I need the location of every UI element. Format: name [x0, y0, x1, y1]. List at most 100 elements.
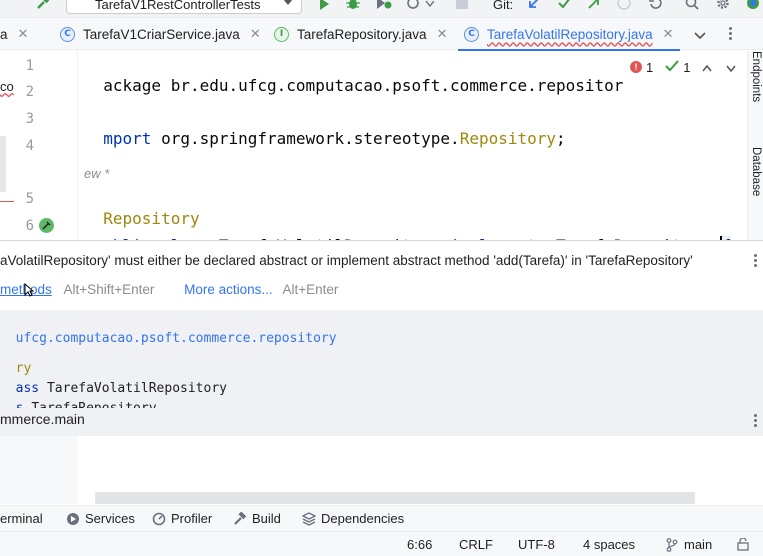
code-line-3: mport org.springframework.stereotype.Rep… — [84, 110, 566, 148]
dependencies-label: Dependencies — [321, 511, 405, 526]
branch-name: main — [684, 537, 713, 552]
terminal-tool-button[interactable]: erminal — [0, 511, 43, 526]
quick-fix-actions: methods Alt+Shift+Enter More actions... … — [0, 282, 338, 297]
horizontal-scrollbar[interactable] — [95, 492, 695, 504]
doc-package: ufcg.computacao.psoft.commerce.repositor… — [0, 316, 337, 346]
interface-icon: I — [274, 26, 289, 42]
main-toolbar: TarefaV1RestControllerTests Git: — [0, 0, 763, 18]
implement-methods-shortcut: Alt+Shift+Enter — [63, 282, 155, 297]
line-number: 3 — [25, 111, 34, 127]
warning-check-icon — [665, 59, 679, 75]
profile-run-icon[interactable] — [406, 0, 435, 13]
inspection-widget[interactable]: ! 1 1 — [630, 58, 737, 76]
line-number: 5 — [25, 191, 34, 207]
git-label: Git: — [493, 0, 514, 12]
run-configuration-label: TarefaV1RestControllerTests — [95, 0, 261, 12]
import-keyword: mport — [103, 129, 152, 148]
more-actions-shortcut: Alt+Enter — [282, 282, 339, 297]
editor-tab-bar: a ✕ C TarefaV1CriarService.java ✕ I Tare… — [0, 18, 763, 51]
module-more-options-icon[interactable] — [754, 414, 758, 429]
build-label: Build — [252, 511, 281, 526]
semicolon: ; — [556, 129, 566, 148]
tab-tarefa-v1-criar-service[interactable]: C TarefaV1CriarService.java ✕ — [60, 18, 261, 50]
git-branch[interactable]: main — [666, 537, 712, 552]
module-bar: mmerce.main — [0, 408, 763, 436]
left-cut-text: co — [0, 79, 14, 94]
tab-label: a — [0, 26, 8, 42]
services-icon — [67, 512, 79, 525]
database-tool-button[interactable]: Database — [750, 147, 762, 196]
build-tool-button[interactable]: Build — [233, 511, 281, 526]
git-commit-icon[interactable] — [558, 0, 571, 12]
run-icon[interactable] — [318, 0, 330, 13]
doc-package-link[interactable]: ufcg.computacao.psoft.commerce.repositor… — [16, 331, 337, 346]
rollback-icon[interactable] — [648, 0, 662, 13]
profiler-icon — [152, 512, 166, 525]
close-icon[interactable]: ✕ — [18, 26, 29, 42]
line-number: 1 — [25, 58, 34, 74]
terminal-label: erminal — [0, 511, 43, 526]
more-actions-link[interactable]: More actions... — [184, 282, 273, 297]
gutter-fold-marker — [0, 136, 6, 192]
usages-inlay-hint[interactable]: ew * — [84, 166, 109, 181]
run-configuration-select[interactable]: TarefaV1RestControllerTests — [66, 0, 302, 14]
class-icon: C — [60, 26, 75, 42]
close-icon[interactable]: ✕ — [250, 26, 261, 42]
close-icon[interactable]: ✕ — [663, 26, 674, 42]
close-icon[interactable]: ✕ — [437, 26, 448, 42]
inspection-message: aVolatilRepository' must either be decla… — [0, 253, 693, 268]
stop-icon[interactable] — [456, 0, 468, 12]
tab-tarefa-volatil-repository[interactable]: C TarefaVolatilRepository.java ✕ — [458, 18, 679, 51]
chevron-down-icon — [283, 0, 293, 5]
services-tool-button[interactable]: Services — [66, 511, 135, 526]
line-separator[interactable]: CRLF — [459, 537, 493, 552]
more-options-icon[interactable] — [729, 27, 733, 42]
class-icon: C — [464, 26, 479, 42]
tab-cut-off[interactable]: a ✕ — [0, 18, 28, 50]
services-label: Services — [85, 511, 135, 526]
git-update-icon[interactable] — [528, 0, 540, 12]
history-icon[interactable] — [617, 0, 631, 13]
warning-count: 1 — [683, 59, 691, 75]
package-statement: ackage br.edu.ufcg.computacao.psoft.comm… — [103, 76, 624, 95]
chevron-up-icon[interactable] — [702, 60, 713, 75]
endpoints-tool-button[interactable]: Endpoints — [750, 51, 762, 102]
chevron-down-icon[interactable] — [726, 60, 737, 75]
profiler-label: Profiler — [171, 511, 213, 526]
coverage-icon[interactable] — [376, 0, 392, 13]
git-push-icon[interactable] — [588, 0, 600, 12]
editor-lower-gutter — [0, 436, 78, 504]
line-number: 4 — [25, 138, 34, 154]
search-icon[interactable] — [685, 0, 699, 13]
chevron-down-icon[interactable] — [694, 28, 706, 43]
import-path: org.springframework.stereotype. — [151, 129, 460, 148]
indent-setting[interactable]: 4 spaces — [583, 537, 635, 552]
caret-position[interactable]: 6:66 — [407, 537, 432, 552]
tab-label: TarefaV1CriarService.java — [83, 26, 240, 42]
line-number: 6 — [25, 218, 34, 234]
jetbrains-logo-icon[interactable] — [746, 0, 760, 13]
implement-methods-gutter-icon[interactable] — [38, 217, 55, 237]
branch-icon — [666, 537, 678, 552]
line-number: 2 — [25, 84, 34, 100]
tab-tarefa-repository[interactable]: I TarefaRepository.java ✕ — [274, 18, 447, 50]
hammer-icon[interactable] — [36, 0, 50, 13]
debug-icon[interactable] — [346, 0, 360, 13]
tab-label: TarefaVolatilRepository.java — [487, 26, 653, 42]
tab-label: TarefaRepository.java — [297, 26, 427, 42]
popup-more-options-icon[interactable] — [754, 254, 758, 269]
lock-icon[interactable] — [737, 537, 749, 554]
error-count: 1 — [646, 59, 654, 75]
status-bar: 6:66 CRLF UTF-8 4 spaces main — [0, 531, 763, 556]
hammer-icon — [234, 511, 247, 525]
tool-windows-bar: erminal Services Profiler Build Dependen… — [0, 505, 763, 531]
code-line-1: ackage br.edu.ufcg.computacao.psoft.comm… — [84, 57, 623, 95]
profiler-tool-button[interactable]: Profiler — [152, 511, 212, 526]
gear-icon[interactable] — [716, 0, 730, 13]
dependencies-tool-button[interactable]: Dependencies — [302, 511, 404, 526]
import-class: Repository — [459, 129, 557, 148]
module-name: mmerce.main — [0, 411, 85, 427]
file-encoding[interactable]: UTF-8 — [518, 537, 555, 552]
error-icon: ! — [630, 61, 642, 73]
dependencies-icon — [302, 511, 316, 526]
